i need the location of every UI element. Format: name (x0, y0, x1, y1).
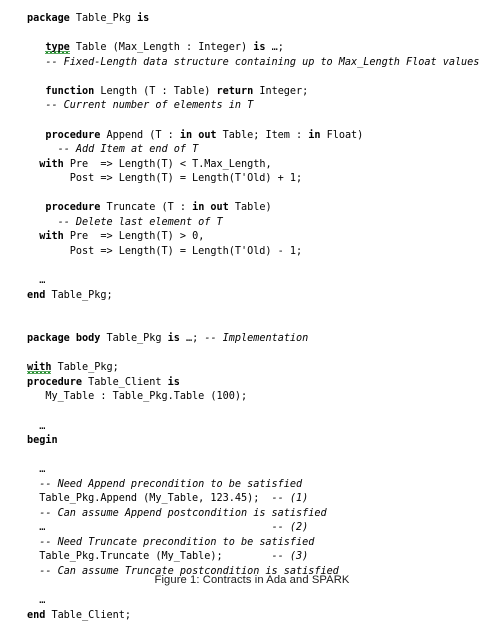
figure-container: package Table_Pkg is type Table (Max_Len… (0, 0, 504, 621)
code-line: package Table_Pkg is (27, 13, 150, 25)
code-line: Post => Length(T) = Length(T'Old) - 1; (27, 245, 303, 257)
code-line: function Length (T : Table) return Integ… (45, 85, 309, 97)
code-line: My_Table : Table_Pkg.Table (100); (27, 391, 248, 403)
code-line: end Table_Client; (27, 609, 131, 621)
spellcheck-underline-with: with (27, 362, 52, 374)
spellcheck-underline-type: type (45, 42, 70, 54)
code-line: -- Need Truncate precondition to be sati… (39, 536, 315, 548)
code-line: … -- (2) (39, 522, 309, 534)
code-line: type Table (Max_Length : Integer) is …; (45, 42, 284, 54)
code-line: package body Table_Pkg is …; -- Implemen… (27, 333, 309, 345)
code-line: Table_Pkg.Truncate (My_Table); -- (3) (27, 551, 309, 563)
code-line: with Pre => Length(T) > 0, (39, 231, 205, 243)
code-line: -- Need Append precondition to be satisf… (39, 478, 303, 490)
code-line: with Pre => Length(T) < T.Max_Length, (39, 158, 272, 170)
code-line: procedure Append (T : in out Table; Item… (45, 129, 364, 141)
code-listing: package Table_Pkg is type Table (Max_Len… (0, 12, 504, 623)
code-line: -- Can assume Append postcondition is sa… (39, 507, 327, 519)
code-line: -- Add Item at end of T (57, 144, 199, 156)
code-line: -- Current number of elements in T (45, 100, 254, 112)
code-line: end Table_Pkg; (27, 289, 113, 301)
code-line: with Table_Pkg; (27, 362, 119, 374)
code-line: … (39, 464, 46, 476)
code-line: begin (27, 435, 58, 447)
code-line: Table_Pkg.Append (My_Table, 123.45); -- … (27, 493, 309, 505)
code-line: -- Fixed-Length data structure containin… (45, 56, 480, 68)
code-line: procedure Table_Client is (27, 376, 180, 388)
figure-caption: Figure 1: Contracts in Ada and SPARK (154, 574, 350, 586)
code-line: … (39, 595, 46, 607)
code-line: … (39, 275, 46, 287)
code-line: Post => Length(T) = Length(T'Old) + 1; (27, 173, 303, 185)
code-line: procedure Truncate (T : in out Table) (45, 202, 272, 214)
code-line: … (39, 420, 46, 432)
code-line: -- Delete last element of T (57, 216, 223, 228)
